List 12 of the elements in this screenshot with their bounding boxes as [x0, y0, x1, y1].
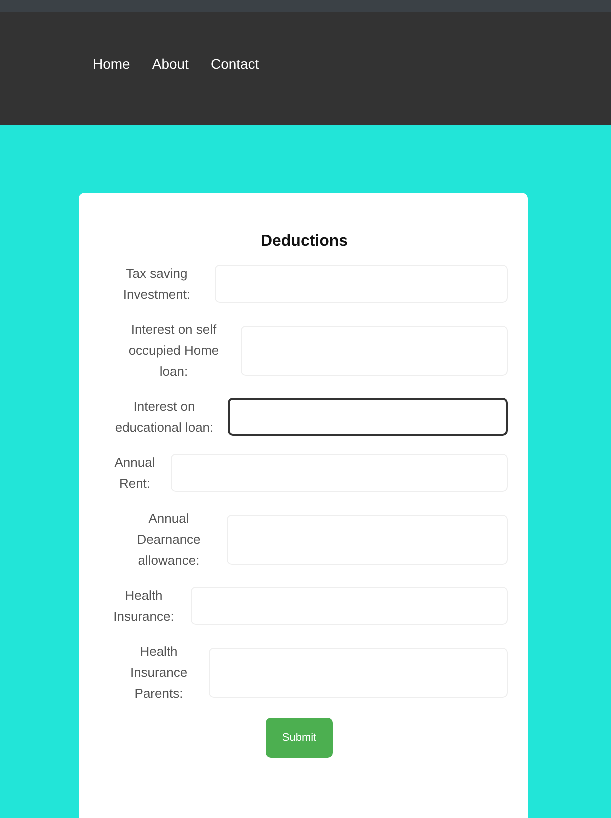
form-title: Deductions: [260, 233, 350, 251]
field-label: Annual Dearnance allowance:: [136, 510, 202, 570]
field-label: Tax saving Investment:: [122, 265, 192, 304]
input-field[interactable]: [228, 398, 508, 436]
field-label: Interest on self occupied Home loan:: [128, 321, 220, 381]
field-label: Health Insurance:: [112, 587, 176, 626]
nav-link[interactable]: Contact: [200, 56, 270, 72]
field-label: Annual Rent:: [114, 454, 156, 493]
nav-link[interactable]: About: [141, 56, 200, 72]
nav-link[interactable]: Home: [82, 56, 142, 72]
field-label: Health Insurance Parents:: [129, 643, 189, 703]
field-label: Interest on educational loan:: [114, 398, 215, 437]
